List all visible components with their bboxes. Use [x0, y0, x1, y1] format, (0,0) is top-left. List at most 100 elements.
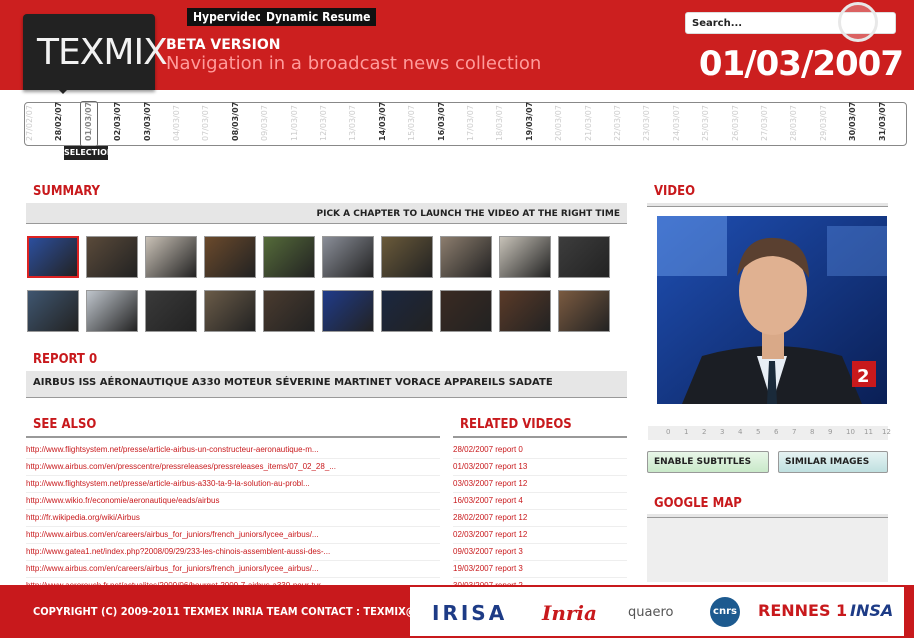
search-icon[interactable] — [838, 2, 878, 42]
chapter-thumbnail[interactable] — [440, 236, 492, 278]
chapter-thumbnail[interactable] — [381, 290, 433, 332]
enable-subtitles-button[interactable]: ENABLE SUBTITLES — [647, 451, 769, 473]
timeline-date[interactable]: 17/03/07 — [466, 105, 484, 141]
google-map[interactable] — [647, 518, 888, 582]
site-footer: COPYRIGHT (C) 2009-2011 TEXMEX INRIA TEA… — [0, 585, 914, 638]
chapter-thumbnail[interactable] — [381, 236, 433, 278]
timeline-date[interactable]: 15/03/07 — [407, 105, 425, 141]
see-also-link[interactable]: http://www.flightsystem.net/presse/artic… — [26, 441, 440, 459]
chapter-thumbnail[interactable] — [263, 236, 315, 278]
chapter-page-number[interactable]: 4 — [738, 428, 742, 436]
timeline-date[interactable]: 27/03/07 — [760, 105, 778, 141]
related-video-link[interactable]: 03/03/2007 report 12 — [453, 475, 627, 493]
timeline-date[interactable]: 16/03/07 — [437, 102, 455, 141]
chapter-thumbnail[interactable] — [86, 290, 138, 332]
video-bar — [647, 203, 888, 207]
chapter-page-number[interactable]: 9 — [828, 428, 832, 436]
chapter-thumbnail[interactable] — [558, 290, 610, 332]
summary-hint: PICK A CHAPTER TO LAUNCH THE VIDEO AT TH… — [316, 209, 621, 219]
timeline-date[interactable]: 21/03/07 — [584, 105, 602, 141]
timeline-date[interactable]: 14/03/07 — [378, 102, 396, 141]
timeline-date[interactable]: 13/03/07 — [348, 105, 366, 141]
timeline-date[interactable]: 24/03/07 — [672, 105, 690, 141]
see-also-link[interactable]: http://www.gatea1.net/index.php?2008/09/… — [26, 543, 440, 561]
timeline-date[interactable]: 30/03/07 — [848, 102, 866, 141]
rennes1-logo[interactable]: RENNES 1 — [758, 601, 847, 620]
related-video-link[interactable]: 28/02/2007 report 12 — [453, 509, 627, 527]
chapter-thumbnail[interactable] — [145, 290, 197, 332]
see-also-link[interactable]: http://www.airbus.com/en/careers/airbus_… — [26, 560, 440, 578]
timeline-date[interactable]: 20/03/07 — [554, 105, 572, 141]
see-also-link[interactable]: http://www.flightsystem.net/presse/artic… — [26, 475, 440, 493]
chapter-page-number[interactable]: 10 — [846, 428, 855, 436]
timeline-date[interactable]: 03/03/07 — [143, 102, 161, 141]
chapter-page-number[interactable]: 8 — [810, 428, 814, 436]
see-also-link[interactable]: http://www.airbus.com/en/presscentre/pre… — [26, 458, 440, 476]
chapter-thumbnail[interactable] — [263, 290, 315, 332]
timeline-date[interactable]: 28/02/07 — [54, 102, 72, 141]
chapter-thumbnail[interactable] — [499, 290, 551, 332]
see-also-link[interactable]: http://fr.wikipedia.org/wiki/Airbus — [26, 509, 440, 527]
timeline-date[interactable]: 26/03/07 — [731, 105, 749, 141]
chapter-pager[interactable]: 0 1 2 3 4 5 6 7 8 9 10 11 12 — [648, 426, 891, 440]
related-video-link[interactable]: 02/03/2007 report 12 — [453, 526, 627, 544]
chapter-page-number[interactable]: 0 — [666, 428, 670, 436]
chapter-page-number[interactable]: 2 — [702, 428, 706, 436]
chapter-thumbnail[interactable] — [27, 290, 79, 332]
video-player[interactable]: 2 — [657, 216, 887, 404]
chapter-thumbnail[interactable] — [204, 290, 256, 332]
timeline-selection-handle[interactable] — [80, 101, 98, 147]
timeline-date[interactable]: 02/03/07 — [113, 102, 131, 141]
report-keywords: AIRBUS ISS AÉRONAUTIQUE A330 MOTEUR SÉVE… — [33, 377, 553, 388]
see-also-link[interactable]: http://www.wikio.fr/economie/aeronautiqu… — [26, 492, 440, 510]
similar-images-button[interactable]: SIMILAR IMAGES — [778, 451, 888, 473]
chapter-thumbnail[interactable] — [86, 236, 138, 278]
current-date: 01/03/2007 — [698, 44, 904, 84]
cnrs-logo[interactable]: cnrs — [710, 597, 740, 627]
inria-logo[interactable]: Inria — [542, 601, 597, 625]
chapter-page-number[interactable]: 5 — [756, 428, 760, 436]
related-video-link[interactable]: 19/03/2007 report 3 — [453, 560, 627, 578]
insa-logo[interactable]: INSA — [850, 601, 893, 620]
chapter-page-number[interactable]: 6 — [774, 428, 778, 436]
related-video-link[interactable]: 16/03/2007 report 4 — [453, 492, 627, 510]
nav-dynamic-resume[interactable]: Dynamic Resume — [260, 8, 377, 26]
timeline-date[interactable]: 23/03/07 — [642, 105, 660, 141]
chapter-thumbnail[interactable] — [440, 290, 492, 332]
chapter-thumbnail[interactable] — [499, 236, 551, 278]
chapter-page-number[interactable]: 3 — [720, 428, 724, 436]
timeline-date[interactable]: 19/03/07 — [525, 102, 543, 141]
logo-text: TEXMIX — [37, 32, 168, 73]
texmix-logo[interactable]: TEXMIX — [23, 14, 168, 90]
timeline-date[interactable]: 25/03/07 — [701, 105, 719, 141]
quaero-logo[interactable]: quaero — [628, 605, 673, 620]
related-video-link[interactable]: 28/02/2007 report 0 — [453, 441, 627, 459]
timeline-date[interactable]: 12/03/07 — [319, 105, 337, 141]
chapter-page-number[interactable]: 1 — [684, 428, 688, 436]
timeline-date[interactable]: 09/03/07 — [260, 105, 278, 141]
chapter-thumbnail[interactable] — [145, 236, 197, 278]
timeline-date[interactable]: 28/03/07 — [789, 105, 807, 141]
timeline-date[interactable]: 22/03/07 — [613, 105, 631, 141]
chapter-thumbnail[interactable] — [558, 236, 610, 278]
timeline-date[interactable]: 11/03/07 — [290, 105, 308, 141]
chapter-page-number[interactable]: 7 — [792, 428, 796, 436]
see-also-link[interactable]: http://www.airbus.com/en/careers/airbus_… — [26, 526, 440, 544]
chapter-thumbnail[interactable] — [204, 236, 256, 278]
irisa-logo[interactable]: IRISA — [432, 601, 507, 625]
chapter-thumbnail[interactable] — [27, 236, 79, 278]
timeline-date[interactable]: 27/02/07 — [25, 105, 43, 141]
timeline-date[interactable]: 08/03/07 — [231, 102, 249, 141]
timeline-date[interactable]: 29/03/07 — [819, 105, 837, 141]
chapter-thumbnail[interactable] — [322, 290, 374, 332]
timeline-date[interactable]: 31/03/07 — [878, 102, 896, 141]
date-timeline[interactable]: 27/02/07 28/02/07 01/03/07 02/03/07 03/03/07… — [24, 102, 907, 146]
chapter-page-number[interactable]: 11 — [864, 428, 873, 436]
timeline-date[interactable]: 18/03/07 — [495, 105, 513, 141]
chapter-page-number[interactable]: 12 — [882, 428, 891, 436]
timeline-date[interactable]: 07/03/07 — [201, 105, 219, 141]
related-video-link[interactable]: 01/03/2007 report 13 — [453, 458, 627, 476]
chapter-thumbnail[interactable] — [322, 236, 374, 278]
related-video-link[interactable]: 09/03/2007 report 3 — [453, 543, 627, 561]
timeline-date[interactable]: 04/03/07 — [172, 105, 190, 141]
